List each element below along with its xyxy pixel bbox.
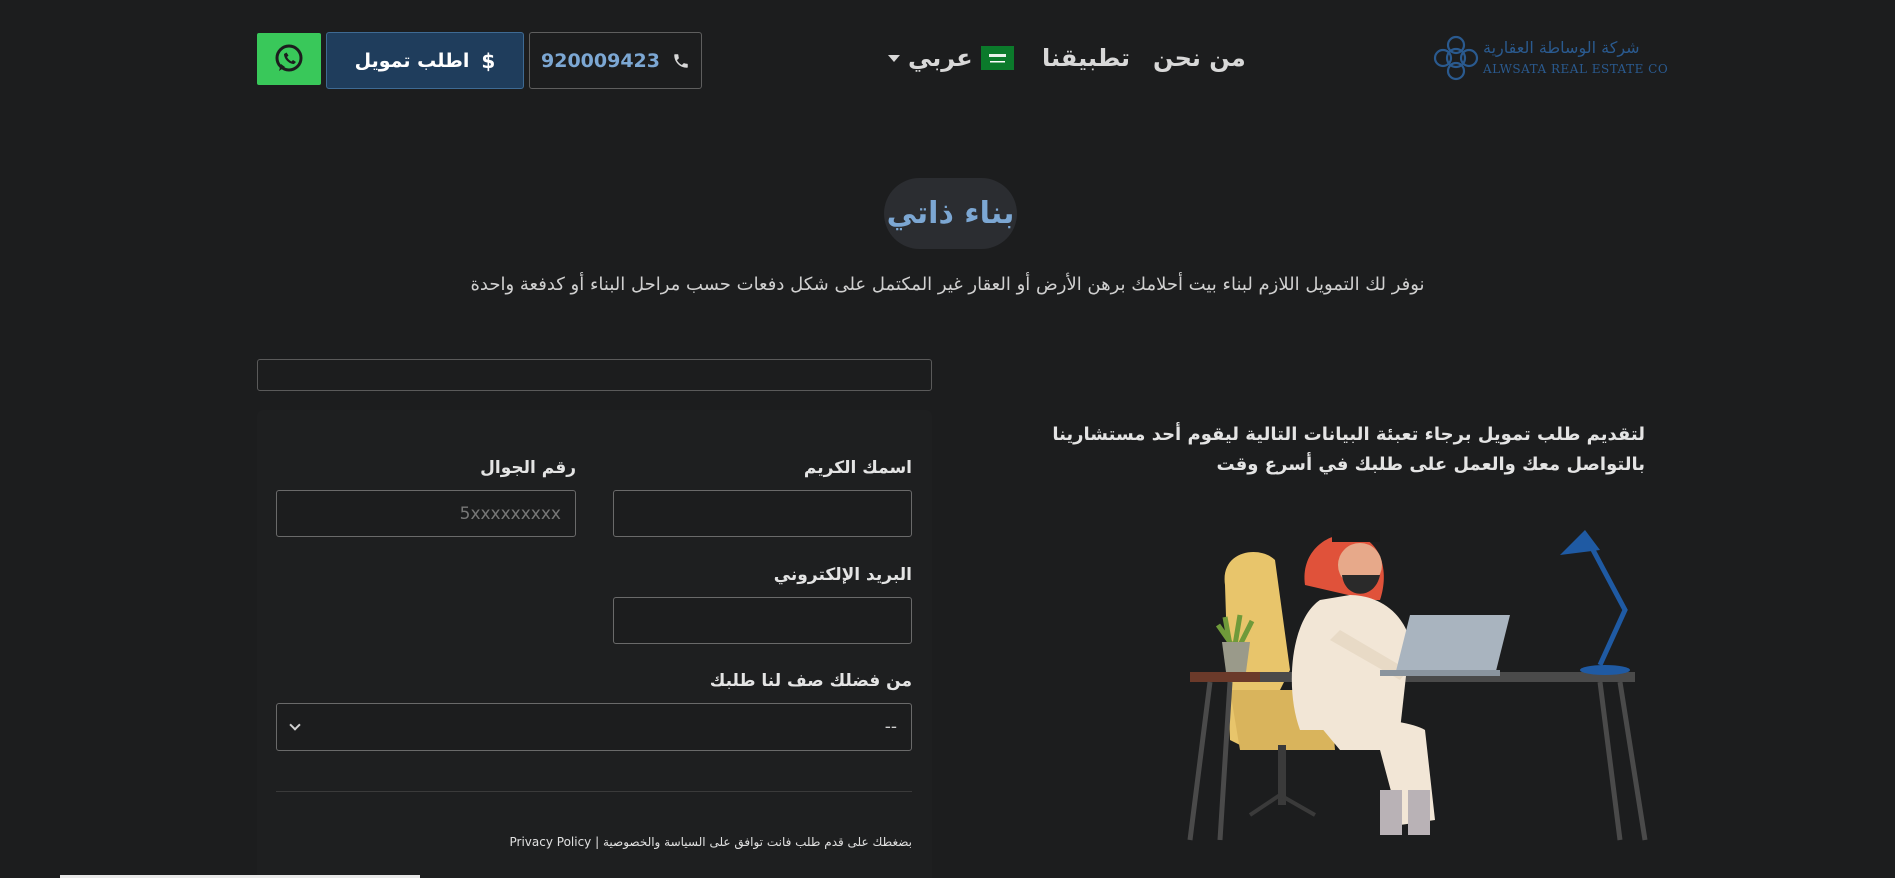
request-type-select[interactable]: -- (276, 703, 912, 751)
phone-button[interactable]: 920009423 (529, 32, 702, 89)
man-at-desk-illustration (1187, 530, 1648, 841)
form-divider (276, 791, 912, 792)
privacy-policy-link[interactable]: Privacy Policy (510, 835, 592, 849)
nav-about-link[interactable]: من نحن (1153, 44, 1246, 72)
chevron-down-icon (289, 719, 301, 731)
page-title: بناء ذاتي (884, 178, 1017, 249)
request-finance-label: اطلب تمويل (354, 49, 470, 72)
top-input-field[interactable] (257, 359, 932, 391)
language-selector[interactable]: عربي (888, 44, 1014, 72)
saudi-flag-icon (980, 46, 1014, 70)
mobile-label: رقم الجوال (480, 458, 576, 478)
site-header: شركة الوساطة العقارية ALWSATA REAL ESTAT… (0, 0, 1895, 120)
description-label: من فضلك صف لنا طلبك (709, 671, 912, 691)
privacy-note-text: بضغطك على قدم طلب فانت توافق على السياسة… (595, 835, 912, 849)
request-form-card (257, 410, 932, 878)
name-label: اسمك الكريم (803, 458, 912, 478)
caret-down-icon (888, 54, 900, 62)
logo-text-arabic: شركة الوساطة العقارية (1483, 38, 1640, 57)
page-subtitle: نوفر لك التمويل اللازم لبناء بيت أحلامك … (470, 274, 1425, 295)
phone-number: 920009423 (541, 49, 660, 72)
request-finance-button[interactable]: اطلب تمويل $ (326, 32, 524, 89)
whatsapp-icon (275, 44, 303, 72)
intro-text: لتقديم طلب تمويل برجاء تعبئة البيانات ال… (1052, 424, 1645, 475)
nav-apps-link[interactable]: تطبيقنا (1042, 44, 1130, 72)
email-label: البريد الإلكتروني (773, 565, 912, 585)
logo-text-english: ALWSATA REAL ESTATE CO (1483, 62, 1669, 76)
language-label: عربي (908, 44, 973, 72)
select-value: -- (884, 717, 897, 737)
privacy-note: بضغطك على قدم طلب فانت توافق على السياسة… (276, 835, 913, 849)
mobile-field[interactable]: 5xxxxxxxxx (276, 490, 576, 537)
email-field[interactable] (613, 597, 912, 644)
whatsapp-button[interactable] (257, 33, 321, 85)
name-field[interactable] (613, 490, 912, 537)
phone-icon (674, 53, 688, 68)
dollar-icon: $ (481, 48, 496, 73)
